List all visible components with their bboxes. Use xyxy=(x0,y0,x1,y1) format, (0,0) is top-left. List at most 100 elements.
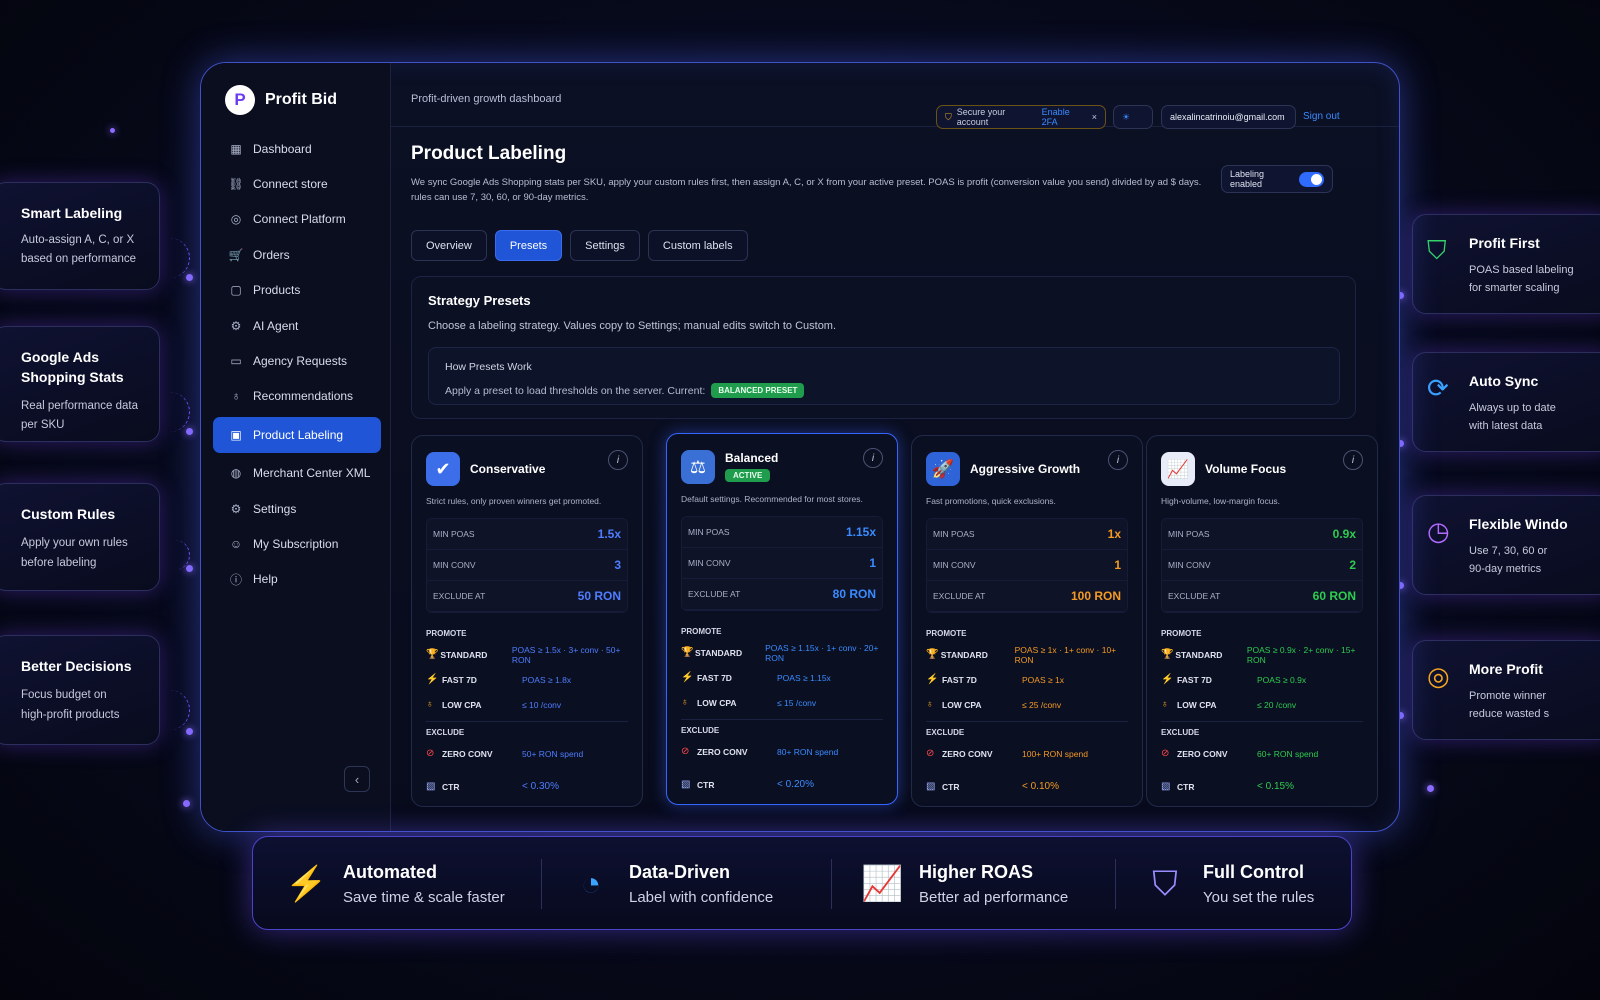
metric-min-conv: MIN CONV 2 xyxy=(1162,550,1362,581)
feature-desc: with latest data xyxy=(1469,420,1543,432)
security-banner: ⛉ Secure your account Enable 2FA × xyxy=(936,105,1106,129)
strategy-presets-panel: Strategy Presets Choose a labeling strat… xyxy=(411,276,1356,419)
feature-desc: 90-day metrics xyxy=(1469,563,1542,575)
preset-description: Strict rules, only proven winners get pr… xyxy=(426,496,602,506)
brand[interactable]: P Profit Bid xyxy=(225,85,337,115)
preset-card-balanced[interactable]: ⚖ Balanced ACTIVE i Default settings. Recomm… xyxy=(666,433,898,805)
feature-desc: per SKU xyxy=(21,419,65,431)
sidebar-item-connect-store[interactable]: ⛓ Connect store xyxy=(213,166,381,201)
labeling-toggle[interactable]: Labeling enabled xyxy=(1221,165,1333,193)
rule-ctr: ▧ CTR < 0.30% xyxy=(426,774,628,799)
rule-value: < 0.15% xyxy=(1257,781,1294,792)
sidebar-item-dashboard[interactable]: ▦ Dashboard xyxy=(213,131,381,166)
preset-card-aggressive-growth[interactable]: 🚀 Aggressive Growth i Fast promotions, quic… xyxy=(911,435,1143,807)
info-icon[interactable]: i xyxy=(608,450,628,470)
sidebar-item-recommendations[interactable]: ♁ Recommendations xyxy=(213,379,381,414)
rule-value: POAS ≥ 0.9x xyxy=(1257,674,1307,685)
sidebar-item-orders[interactable]: 🛒 Orders xyxy=(213,237,381,272)
rule-ctr: ▧ CTR < 0.10% xyxy=(926,774,1128,799)
rule-label: FAST 7D xyxy=(697,672,732,683)
collapse-sidebar-button[interactable]: ‹ xyxy=(344,766,370,792)
tab-overview[interactable]: Overview xyxy=(411,230,487,261)
sidebar-item-merchant-center-xml[interactable]: ◍ Merchant Center XML xyxy=(213,456,381,491)
metric-exclude-at: EXCLUDE AT 60 RON xyxy=(1162,581,1362,612)
user-email[interactable]: alexalincatrinoiu@gmail.com xyxy=(1161,105,1296,129)
preset-header: 📈 Volume Focus xyxy=(1161,450,1363,488)
rule-zero-conv: ⊘ ZERO CONV 100+ RON spend xyxy=(926,741,1128,766)
shield-icon: ⛉ xyxy=(945,111,952,122)
rule-value: POAS ≥ 1.15x · 1+ conv · 20+ RON xyxy=(765,642,879,663)
info-icon[interactable]: i xyxy=(1343,450,1363,470)
rule-value: 50+ RON spend xyxy=(522,748,584,759)
sidebar-item-ai-agent[interactable]: ⚙ AI Agent xyxy=(213,308,381,343)
tab-presets[interactable]: Presets xyxy=(494,230,563,261)
scale-icon: ⚖ xyxy=(681,450,715,484)
connector-dot xyxy=(186,565,193,572)
rule-label: CTR xyxy=(1177,781,1195,792)
sidebar-item-settings[interactable]: ⚙ Settings xyxy=(213,491,381,526)
exclude-heading: EXCLUDE xyxy=(1161,728,1200,737)
metric-value: 80 RON xyxy=(832,587,876,601)
rule-zero-conv: ⊘ ZERO CONV 80+ RON spend xyxy=(681,739,883,764)
brand-logo: P xyxy=(225,85,255,115)
divider xyxy=(541,859,542,909)
briefcase-icon: ▭ xyxy=(230,354,242,369)
rule-standard: 🏆 STANDARD POAS ≥ 1.15x · 1+ conv · 20+ RO… xyxy=(681,640,883,665)
sidebar: P Profit Bid ▦ Dashboard ⛓ Connect store ◎ Co… xyxy=(201,63,391,831)
feature-card-smart-labeling: › Smart Labeling Auto-assign A, C, or X … xyxy=(0,182,160,290)
preset-name: Balanced xyxy=(725,451,779,465)
metric-label: MIN CONV xyxy=(1168,560,1211,570)
toggle-label: Labeling enabled xyxy=(1230,169,1265,189)
close-icon[interactable]: × xyxy=(1092,112,1097,122)
rule-value: POAS ≥ 0.9x · 2+ conv · 15+ RON xyxy=(1246,644,1356,665)
metric-value: 100 RON xyxy=(1070,589,1121,603)
toggle-switch[interactable] xyxy=(1299,171,1324,187)
preset-metrics: MIN POAS 1x MIN CONV 1 EXCLUDE AT 100 RON xyxy=(926,518,1128,613)
feature-title: More Profit xyxy=(1469,661,1543,677)
bulb-icon: ♁ xyxy=(231,389,241,404)
exclude-heading: EXCLUDE xyxy=(926,728,965,737)
preset-card-volume-focus[interactable]: 📈 Volume Focus i High-volume, low-margin fo… xyxy=(1146,435,1378,807)
feature-desc: Auto-assign A, C, or X xyxy=(21,234,135,246)
rule-label: STANDARD xyxy=(440,649,488,660)
metric-value: 1x xyxy=(1107,527,1121,541)
sidebar-item-label: Agency Requests xyxy=(253,354,348,369)
bolt-icon: ⚡ xyxy=(426,674,439,685)
sidebar-item-label: Connect store xyxy=(253,177,328,192)
divider xyxy=(426,721,628,722)
rule-value: ≤ 20 /conv xyxy=(1257,699,1297,710)
enable-2fa-link[interactable]: Enable 2FA xyxy=(1042,107,1087,127)
tab-settings[interactable]: Settings xyxy=(570,230,640,261)
metric-value: 3 xyxy=(614,558,621,572)
sidebar-item-label: Dashboard xyxy=(253,141,312,156)
rule-standard: 🏆 STANDARD POAS ≥ 1.5x · 3+ conv · 50+ RON xyxy=(426,642,628,667)
sidebar-item-connect-platform[interactable]: ◎ Connect Platform xyxy=(213,202,381,237)
theme-toggle[interactable]: ☀ xyxy=(1113,105,1153,129)
ctr-icon: ▧ xyxy=(426,781,436,792)
rule-label: LOW CPA xyxy=(1177,699,1217,710)
tab-custom-labels[interactable]: Custom labels xyxy=(647,230,748,261)
metric-label: EXCLUDE AT xyxy=(1168,591,1221,601)
active-badge: ACTIVE xyxy=(725,469,771,482)
metric-exclude-at: EXCLUDE AT 50 RON xyxy=(427,581,627,612)
connector-dot xyxy=(186,728,193,735)
info-icon[interactable]: i xyxy=(1108,450,1128,470)
security-text: Secure your account xyxy=(956,107,1006,127)
preset-card-conservative[interactable]: ✔ Conservative i Strict rules, only proven … xyxy=(411,435,643,807)
connector-dot xyxy=(186,274,193,281)
benefit-higher-roas: 📈 Higher ROAS Better ad performance xyxy=(861,837,1068,931)
benefit-desc: Label with confidence xyxy=(629,889,774,906)
feature-desc: before labeling xyxy=(21,557,97,569)
info-icon[interactable]: i xyxy=(863,448,883,468)
metric-value: 0.9x xyxy=(1332,527,1356,541)
sidebar-item-product-labeling[interactable]: ▣ Product Labeling xyxy=(213,417,381,453)
feature-desc: Focus budget on xyxy=(21,689,107,701)
sidebar-item-help[interactable]: ⓘ Help xyxy=(213,562,381,597)
rule-low-cpa: ♁ LOW CPA ≤ 10 /conv xyxy=(426,692,628,717)
sidebar-item-agency-requests[interactable]: ▭ Agency Requests xyxy=(213,343,381,378)
sign-out-link[interactable]: Sign out xyxy=(1303,111,1340,122)
sidebar-item-my-subscription[interactable]: ☺ My Subscription xyxy=(213,526,381,561)
ban-icon: ⊘ xyxy=(681,746,690,757)
feature-card-better-decisions: Better Decisions Focus budget on high-pr… xyxy=(0,635,160,745)
sidebar-item-products[interactable]: ▢ Products xyxy=(213,273,381,308)
